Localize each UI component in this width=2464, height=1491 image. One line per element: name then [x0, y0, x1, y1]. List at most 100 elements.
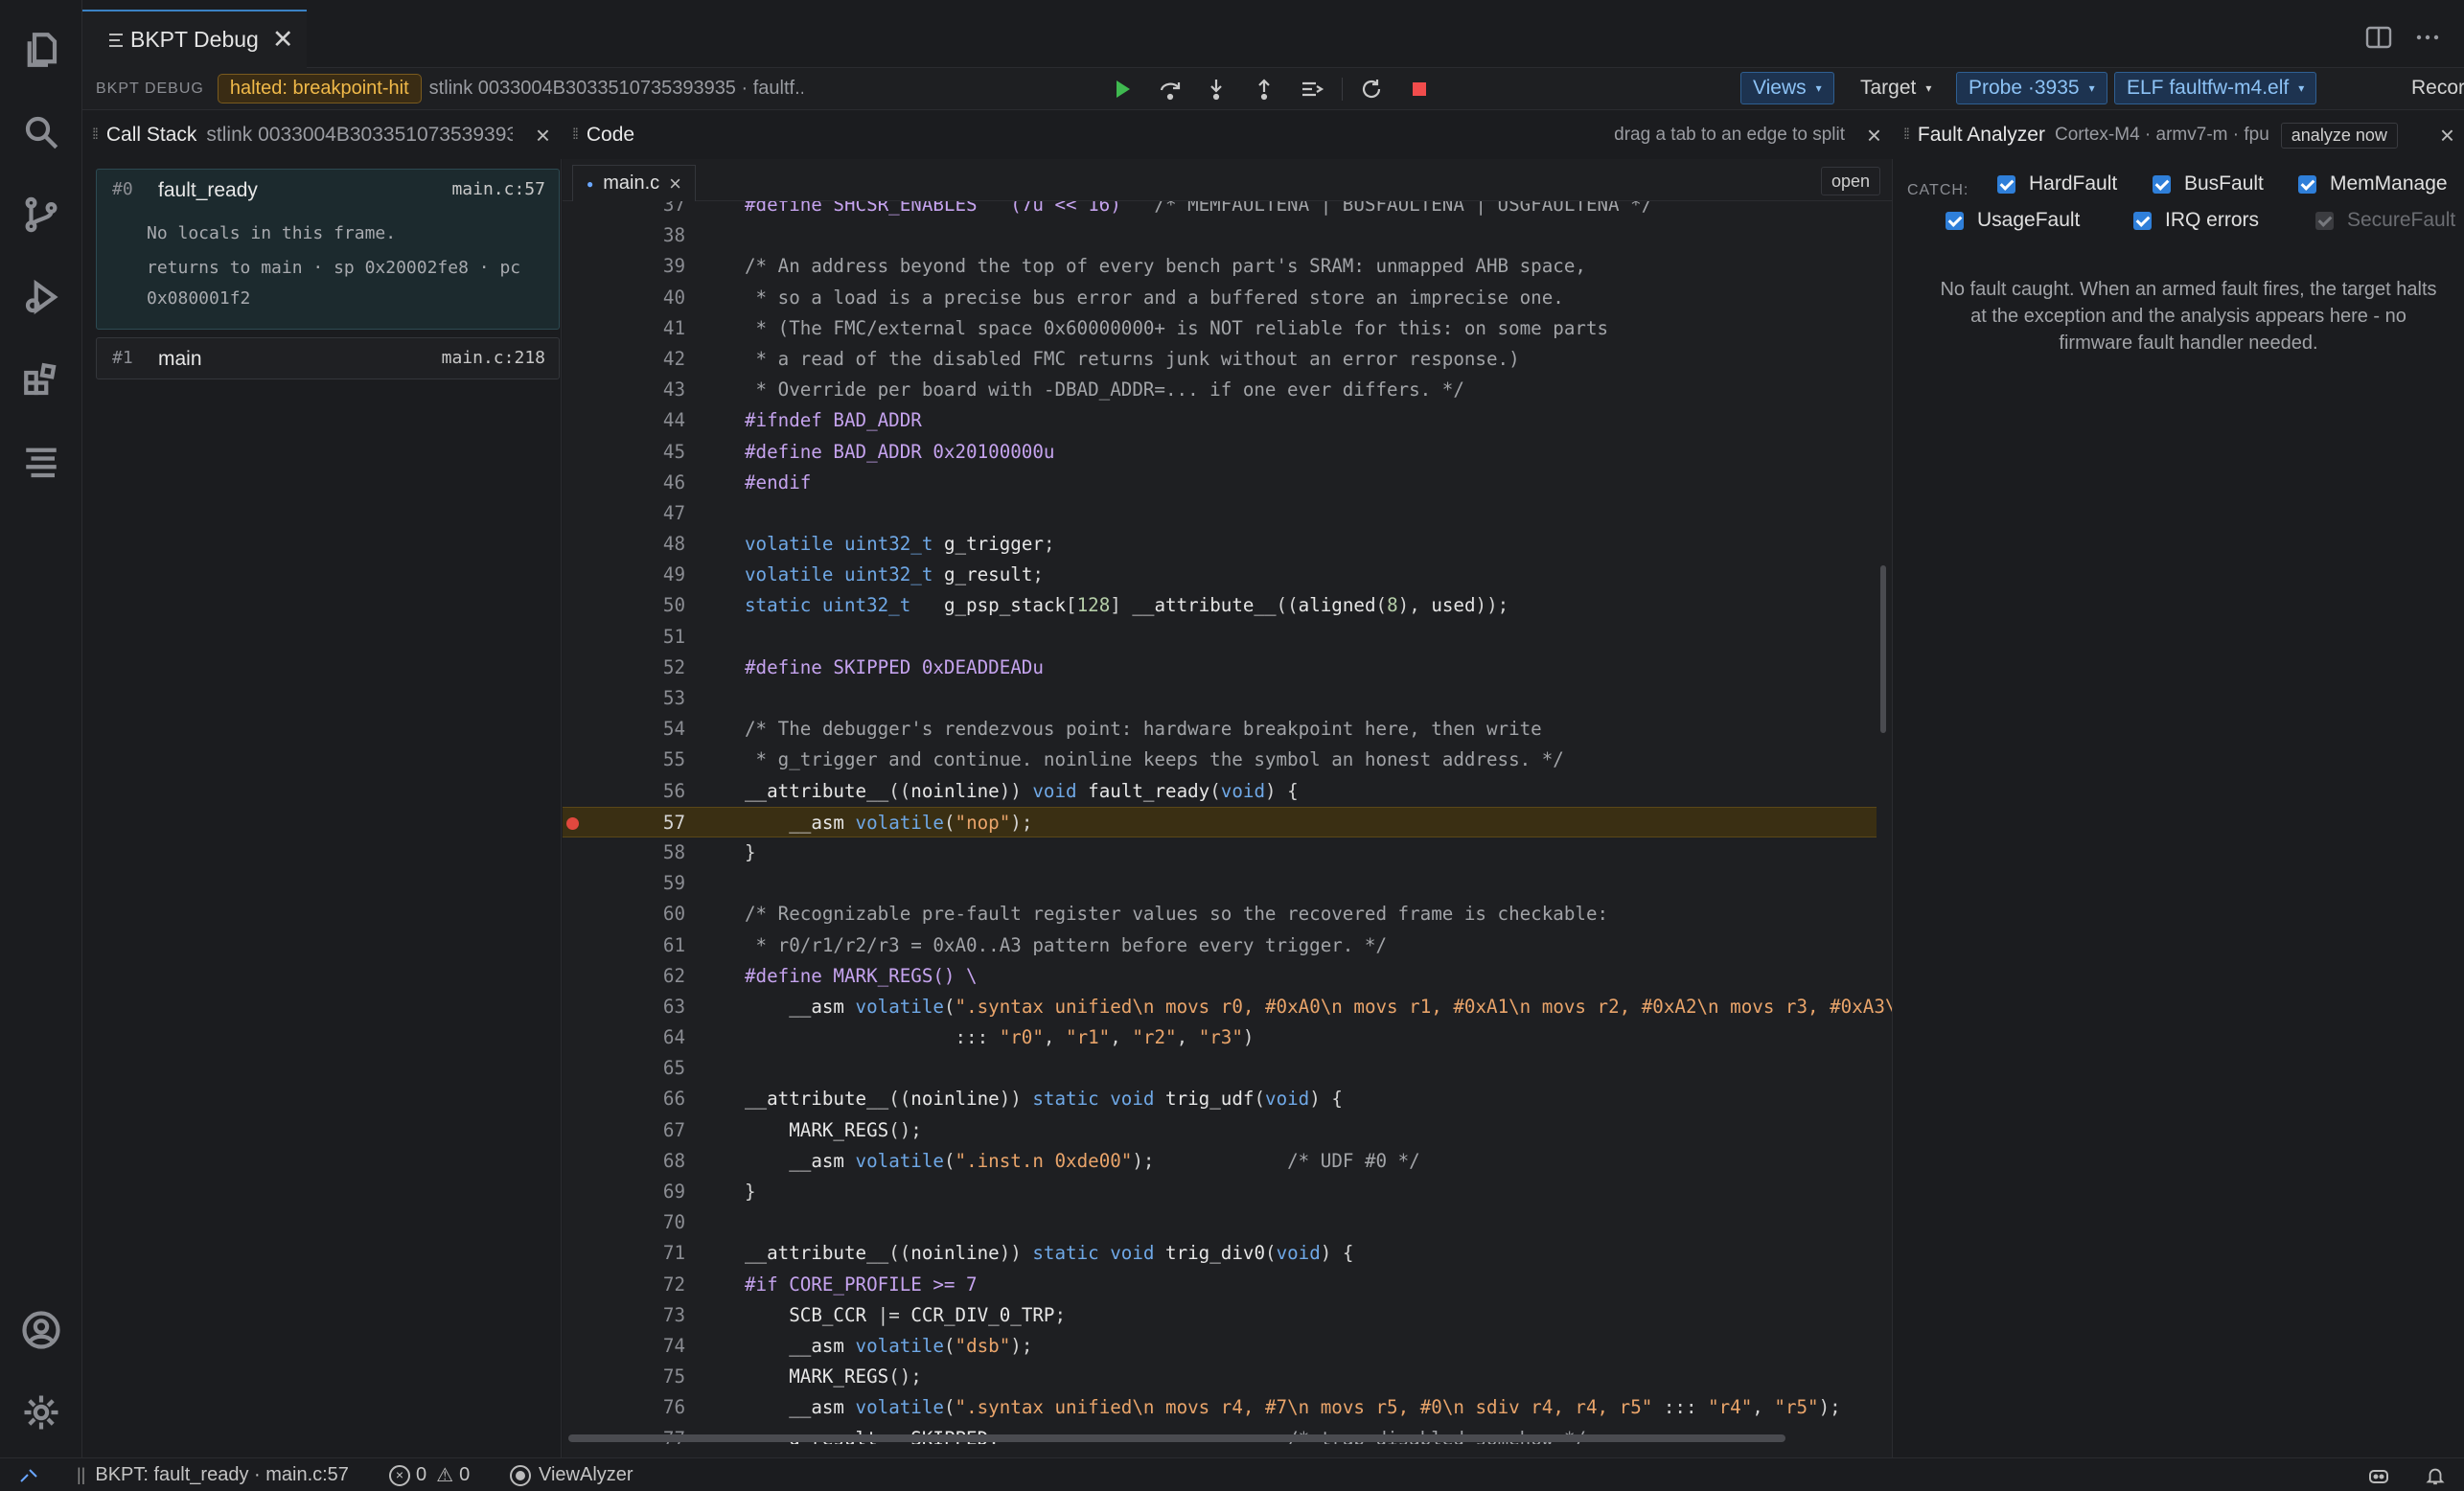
code-line[interactable]: 73 SCB_CCR |= CCR_DIV_0_TRP; — [563, 1300, 1892, 1331]
problems-indicator[interactable]: × 0 ⚠ 0 — [389, 1458, 470, 1491]
close-panel-icon[interactable]: × — [536, 121, 550, 150]
code-line[interactable]: 38 — [563, 220, 1892, 251]
outline-icon[interactable] — [20, 441, 62, 483]
recording-dropdown[interactable]: Recording▾ — [2400, 72, 2464, 104]
code-line[interactable]: 75 MARK_REGS(); — [563, 1362, 1892, 1392]
drag-handle-icon[interactable]: ⁞⁞ — [1903, 126, 1910, 144]
step-over-button[interactable] — [1158, 77, 1183, 102]
open-file-button[interactable]: open — [1820, 167, 1880, 195]
account-icon[interactable] — [20, 1309, 62, 1351]
code-line[interactable]: 43 * Override per board with -DBAD_ADDR=… — [563, 375, 1892, 405]
code-line[interactable]: 60 /* Recognizable pre-fault register val… — [563, 899, 1892, 929]
split-editor-icon[interactable] — [2365, 25, 2394, 50]
code-editor[interactable]: 37 #define SHCSR_ENABLES (7u << 16) /* ME… — [563, 201, 1892, 1444]
code-line[interactable]: 55 * g_trigger and continue. noinline ke… — [563, 745, 1892, 775]
pause-icon: || — [77, 1465, 86, 1484]
extensions-icon[interactable] — [20, 358, 62, 401]
line-number: 37 — [662, 201, 685, 216]
elf-dropdown[interactable]: ELF faultfw-m4.elf ▾ — [2114, 72, 2317, 104]
code-line[interactable]: 71 __attribute__((noinline)) static void … — [563, 1238, 1892, 1269]
code-line[interactable]: 68 __asm volatile(".inst.n 0xde00"); /* … — [563, 1146, 1892, 1177]
line-code: /* The debugger's rendezvous point: hard… — [745, 718, 1542, 741]
run-debug-icon[interactable] — [20, 276, 62, 318]
step-into-button[interactable] — [1204, 77, 1229, 102]
close-tab-icon[interactable]: ✕ — [272, 25, 294, 55]
code-line[interactable]: 46 #endif — [563, 468, 1892, 498]
frame-index: #1 — [112, 348, 133, 368]
line-number: 55 — [662, 748, 685, 771]
code-line[interactable]: 58} — [563, 837, 1892, 868]
catch-busfault-checkbox[interactable]: BusFault — [2153, 172, 2264, 195]
line-number: 75 — [662, 1365, 685, 1388]
views-dropdown[interactable]: Views ▾ — [1740, 72, 1834, 104]
status-breakpoint[interactable]: || BKPT: fault_ready · main.c:57 — [77, 1458, 349, 1491]
vertical-scrollbar[interactable] — [1880, 565, 1886, 733]
step-instruction-button[interactable] — [1300, 77, 1324, 102]
code-line[interactable]: 53 — [563, 683, 1892, 714]
code-line[interactable]: 52 #define SKIPPED 0xDEADDEADu — [563, 653, 1892, 683]
remote-icon[interactable] — [17, 1458, 40, 1491]
target-dropdown[interactable]: Target ▾ — [1849, 72, 1943, 104]
code-line[interactable]: 70 — [563, 1207, 1892, 1238]
copilot-icon[interactable] — [2367, 1458, 2390, 1491]
code-line[interactable]: 37 #define SHCSR_ENABLES (7u << 16) /* ME… — [563, 201, 1892, 220]
code-line[interactable]: 48 volatile uint32_t g_trigger; — [563, 529, 1892, 560]
code-line[interactable]: 67 MARK_REGS(); — [563, 1115, 1892, 1146]
drag-handle-icon[interactable]: ⁞⁞ — [572, 126, 579, 144]
code-line-current[interactable]: 57 __asm volatile("nop"); — [563, 806, 1877, 837]
explorer-icon[interactable] — [20, 29, 62, 71]
continue-button[interactable] — [1110, 77, 1135, 102]
code-line[interactable]: 51 — [563, 622, 1892, 653]
file-tab-main-c[interactable]: ● main.c × — [572, 165, 697, 201]
code-line[interactable]: 65 — [563, 1053, 1892, 1084]
code-line[interactable]: 64 ::: "r0", "r1", "r2", "r3") — [563, 1022, 1892, 1053]
code-line[interactable]: 44 #ifndef BAD_ADDR — [563, 405, 1892, 436]
code-line[interactable]: 61 * r0/r1/r2/r3 = 0xA0..A3 pattern befo… — [563, 930, 1892, 961]
drag-handle-icon[interactable]: ⁞⁞ — [92, 126, 99, 144]
catch-irq-errors-checkbox[interactable]: IRQ errors — [2133, 209, 2259, 232]
code-line[interactable]: 69} — [563, 1177, 1892, 1207]
step-out-button[interactable] — [1252, 77, 1277, 102]
notifications-bell-icon[interactable] — [2425, 1458, 2446, 1491]
frame-location[interactable]: main.c:57 — [451, 179, 545, 199]
close-file-icon[interactable]: × — [669, 172, 681, 196]
code-line[interactable]: 54 /* The debugger's rendezvous point: ha… — [563, 714, 1892, 745]
code-line[interactable]: 62 #define MARK_REGS() \ — [563, 961, 1892, 992]
close-panel-icon[interactable]: × — [2440, 121, 2454, 150]
code-line[interactable]: 47 — [563, 498, 1892, 529]
stack-frame-1[interactable]: #1 main main.c:218 — [96, 337, 560, 379]
code-line[interactable]: 72 #if CORE_PROFILE >= 7 — [563, 1270, 1892, 1300]
source-control-icon[interactable] — [20, 194, 62, 236]
probe-dropdown[interactable]: Probe ·3935 ▾ — [1956, 72, 2107, 104]
code-line[interactable]: 50 static uint32_t g_psp_stack[128] __att… — [563, 590, 1892, 621]
analyze-now-button[interactable]: analyze now — [2280, 122, 2398, 149]
settings-gear-icon[interactable] — [20, 1391, 62, 1434]
line-code: * so a load is a precise bus error and a… — [745, 286, 1564, 309]
catch-hardfault-checkbox[interactable]: HardFault — [1997, 172, 2117, 195]
restart-button[interactable] — [1359, 77, 1384, 102]
line-code: * a read of the disabled FMC returns jun… — [745, 347, 1520, 370]
code-line[interactable]: 49 volatile uint32_t g_result; — [563, 560, 1892, 590]
catch-usagefault-checkbox[interactable]: UsageFault — [1946, 209, 2080, 232]
stop-button[interactable] — [1407, 77, 1432, 102]
code-line[interactable]: 56 __attribute__((noinline)) void fault_r… — [563, 776, 1892, 807]
code-line[interactable]: 63 __asm volatile(".syntax unified\n mov… — [563, 992, 1892, 1022]
frame-location[interactable]: main.c:218 — [442, 348, 545, 368]
close-panel-icon[interactable]: × — [1867, 121, 1881, 150]
code-line[interactable]: 45 #define BAD_ADDR 0x20100000u — [563, 437, 1892, 468]
code-line[interactable]: 40 * so a load is a precise bus error an… — [563, 283, 1892, 313]
code-line[interactable]: 42 * a read of the disabled FMC returns … — [563, 344, 1892, 375]
code-line[interactable]: 39 /* An address beyond the top of every … — [563, 251, 1892, 282]
code-line[interactable]: 59 — [563, 868, 1892, 899]
search-icon[interactable] — [20, 111, 62, 153]
tab-bkpt-debug[interactable]: BKPT Debug ✕ — [82, 10, 307, 68]
code-line[interactable]: 76 __asm volatile(".syntax unified\n mov… — [563, 1392, 1892, 1423]
catch-memmanage-checkbox[interactable]: MemManage — [2298, 172, 2448, 195]
horizontal-scrollbar[interactable] — [568, 1434, 1785, 1442]
code-line[interactable]: 74 __asm volatile("dsb"); — [563, 1331, 1892, 1362]
stack-frame-0[interactable]: #0 fault_ready main.c:57 No locals in th… — [96, 169, 560, 330]
code-line[interactable]: 41 * (The FMC/external space 0x60000000+… — [563, 313, 1892, 344]
more-actions-icon[interactable] — [2413, 25, 2442, 50]
code-line[interactable]: 66 __attribute__((noinline)) static void … — [563, 1084, 1892, 1114]
viewalyzer-status[interactable]: ViewAlyzer — [510, 1458, 633, 1491]
